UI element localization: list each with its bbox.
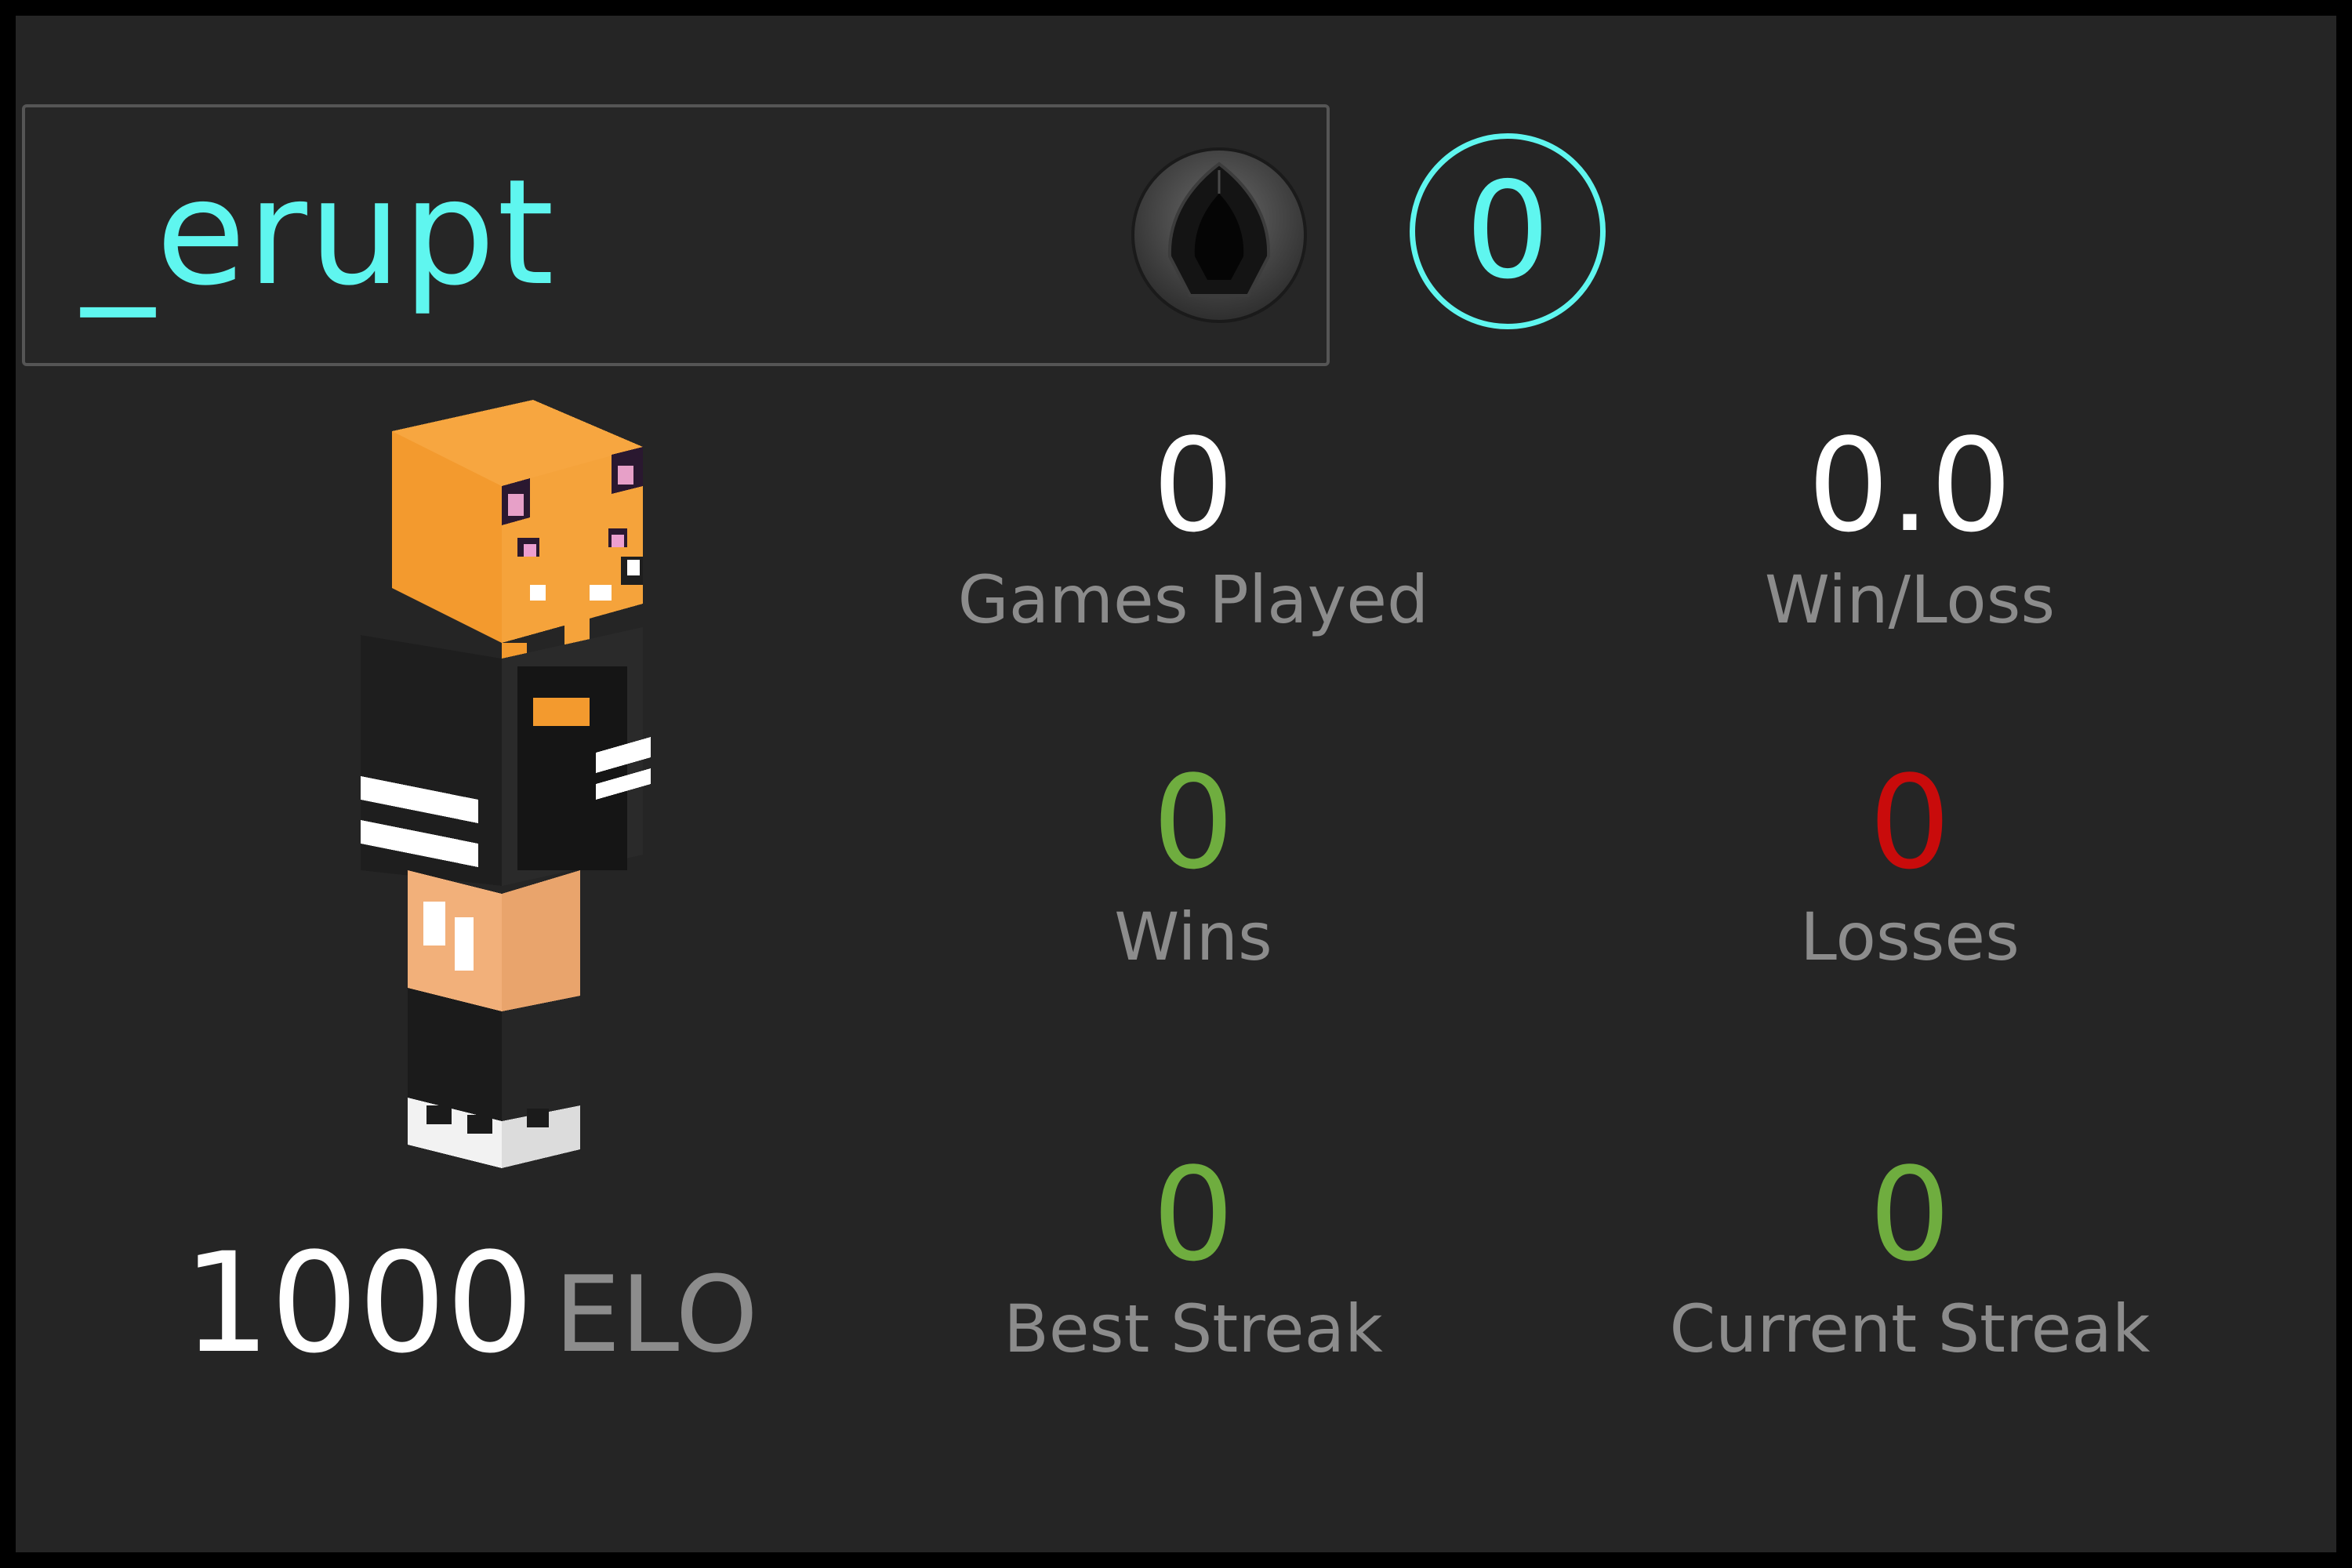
level-badge: 0 xyxy=(1410,133,1606,329)
stat-value: 0 xyxy=(1152,1140,1235,1290)
black-gem-rank-icon xyxy=(1131,147,1308,324)
stat-value: 0.0 xyxy=(1807,411,2013,561)
stat-value: 0 xyxy=(1868,1140,1951,1290)
elo-value: 1000 xyxy=(183,1223,534,1384)
elo-rating: 1000 ELO xyxy=(183,1223,758,1384)
stat-value: 0 xyxy=(1868,748,1951,898)
player-name-panel: _erupt xyxy=(22,104,1330,366)
stat-value: 0 xyxy=(1152,411,1235,561)
stat-label: Losses xyxy=(1800,898,2020,975)
level-value: 0 xyxy=(1465,154,1551,309)
minecraft-skin-avatar xyxy=(329,400,706,1200)
stat-value: 0 xyxy=(1152,748,1235,898)
player-name: _erupt xyxy=(82,147,556,318)
stat-label: Games Played xyxy=(957,561,1429,638)
stat-label: Win/Loss xyxy=(1764,561,2056,638)
stat-wins: 0 Wins xyxy=(895,749,1491,976)
player-stats-card: _erupt 0 1000 ELO 0 Games Played 0.0 Win… xyxy=(16,16,2336,1552)
stat-label: Best Streak xyxy=(1004,1290,1383,1367)
stat-label: Wins xyxy=(1114,898,1272,975)
stat-label: Current Streak xyxy=(1669,1290,2151,1367)
stat-win-loss: 0.0 Win/Loss xyxy=(1612,412,2208,639)
stat-current-streak: 0 Current Streak xyxy=(1612,1141,2208,1368)
stat-games-played: 0 Games Played xyxy=(895,412,1491,639)
stat-best-streak: 0 Best Streak xyxy=(895,1141,1491,1368)
stat-losses: 0 Losses xyxy=(1612,749,2208,976)
elo-label: ELO xyxy=(554,1254,758,1376)
